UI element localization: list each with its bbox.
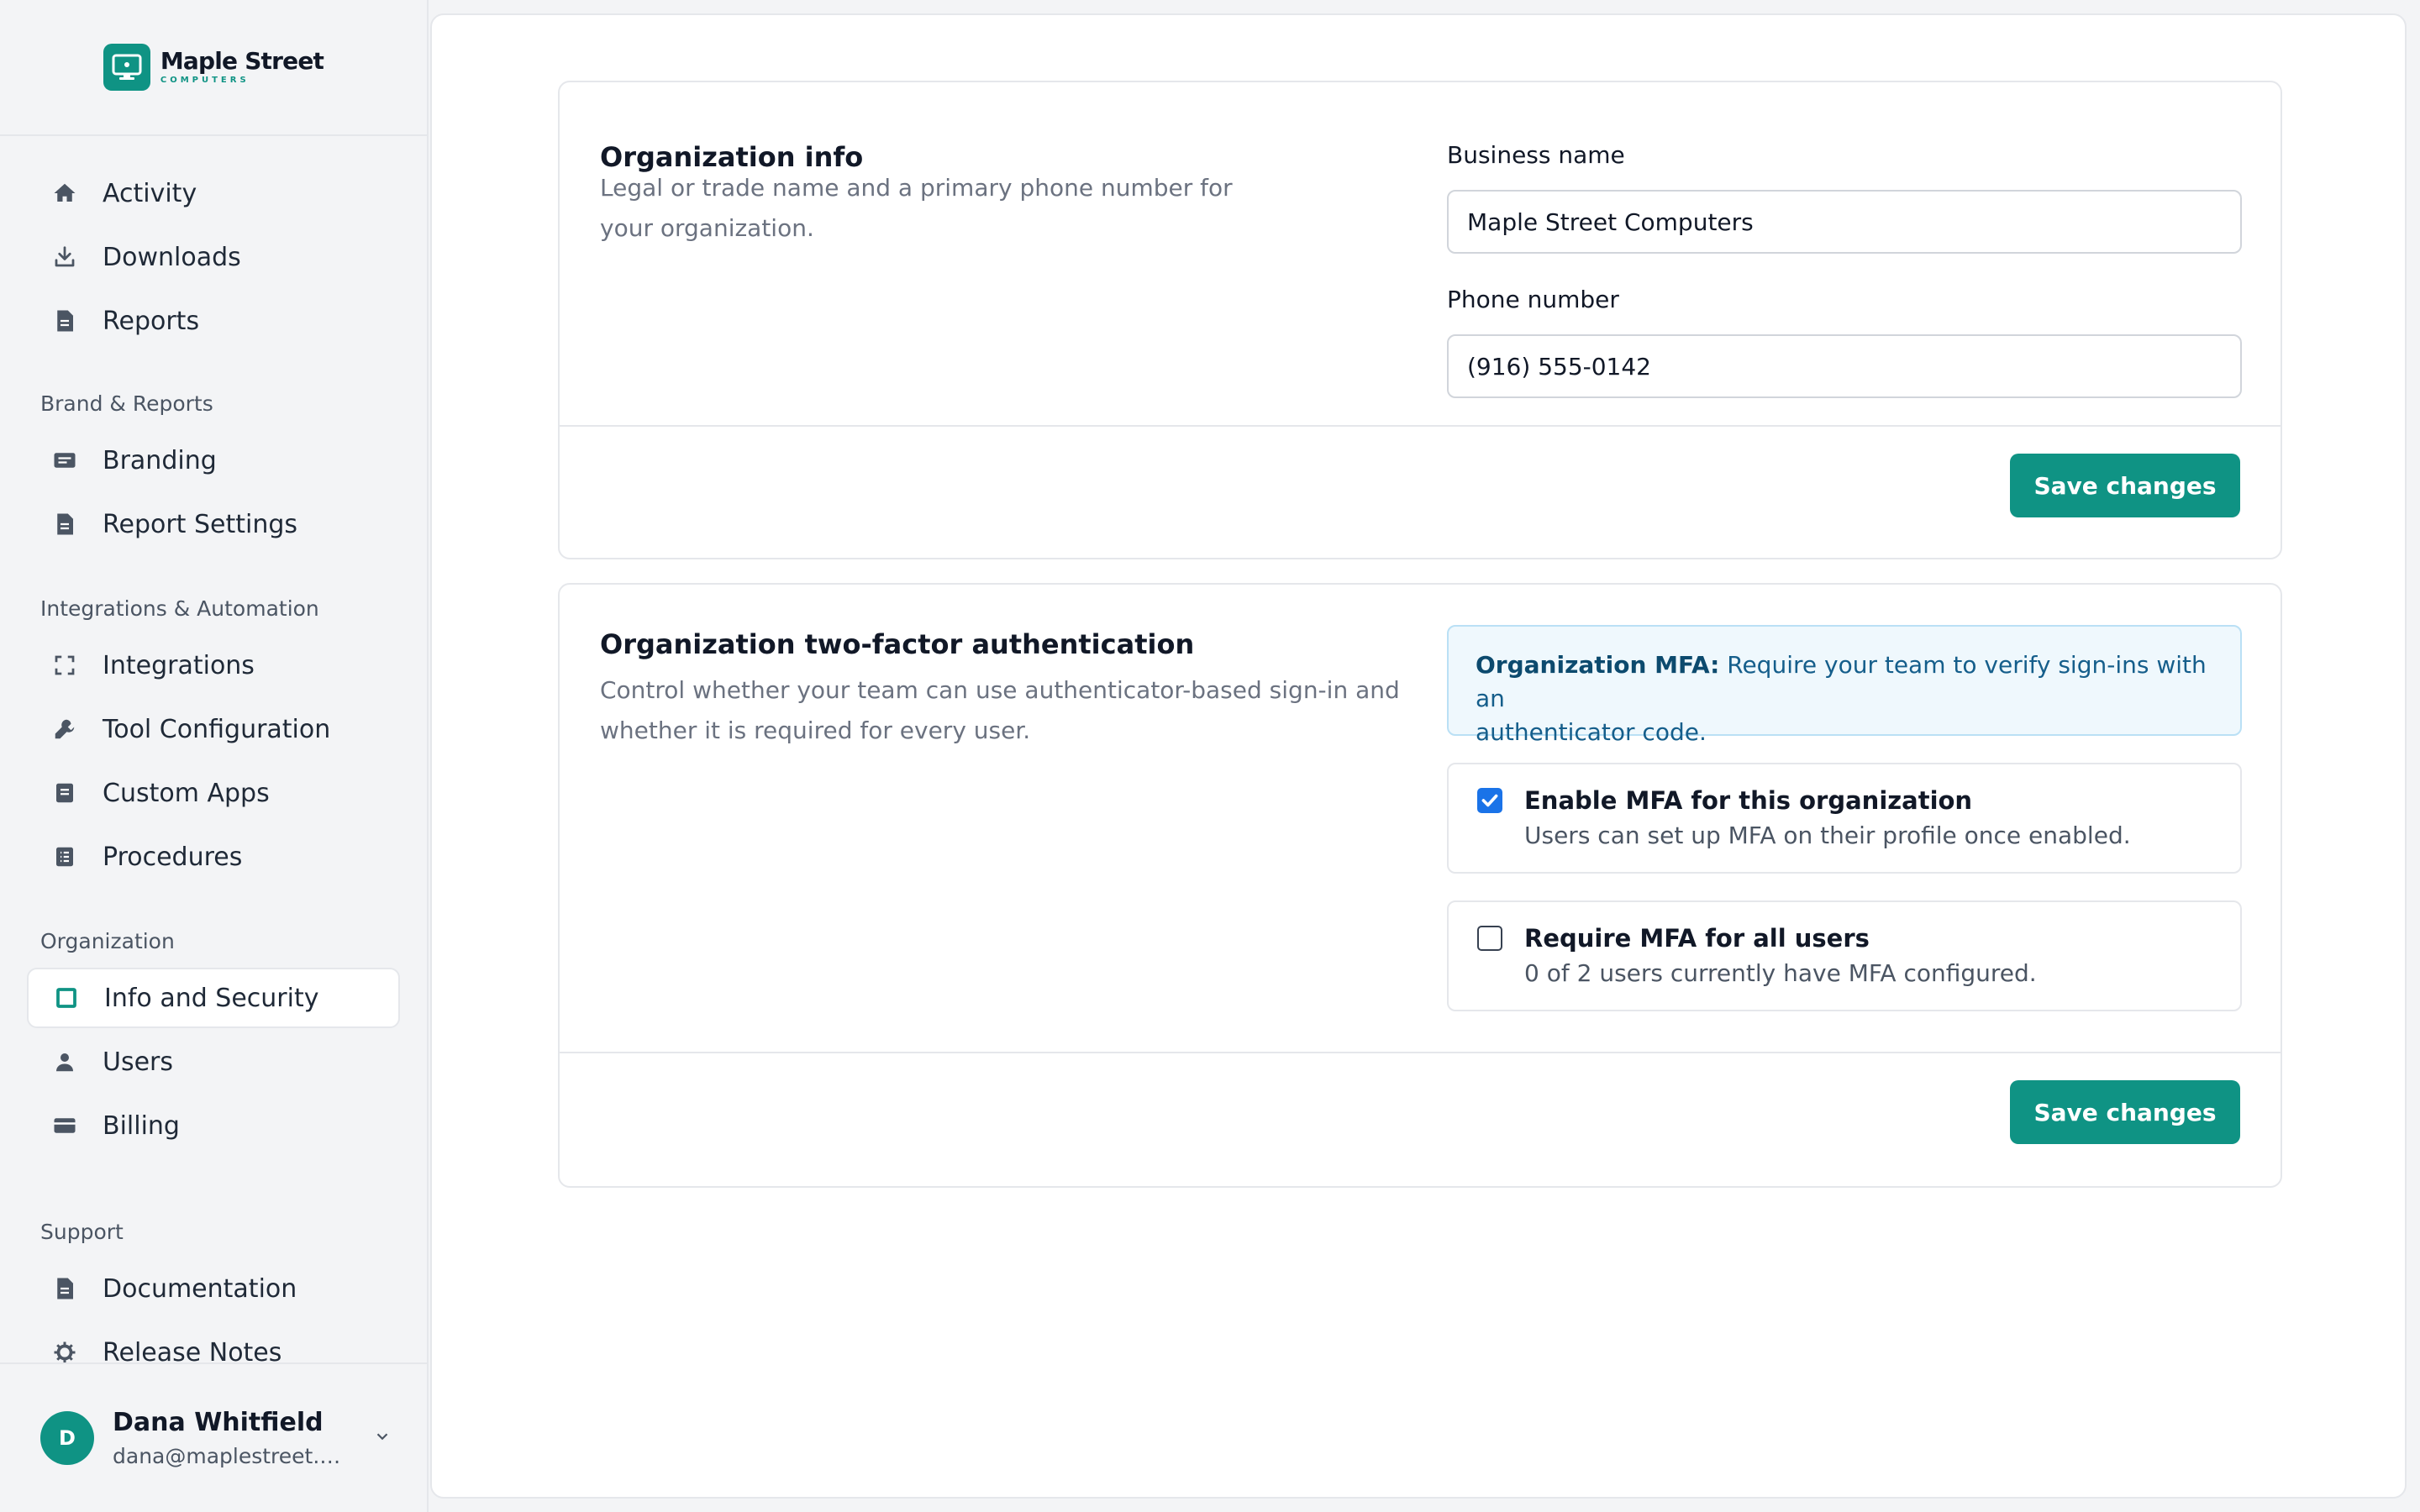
sidebar-item-label: Reports <box>103 306 200 336</box>
user-email: dana@maplestreet.e... <box>113 1444 348 1468</box>
brand-logo[interactable]: Maple Street COMPUTERS <box>103 44 324 91</box>
chevron-down-icon[interactable] <box>373 1427 392 1449</box>
sidebar-item-label: Downloads <box>103 242 241 272</box>
monitor-icon <box>103 44 150 91</box>
sidebar-item-label: Custom Apps <box>103 778 270 808</box>
sidebar-item-reports[interactable]: Reports <box>27 291 400 351</box>
sidebar-item-label: Procedures <box>103 842 243 872</box>
sidebar-item-integrations[interactable]: Integrations <box>27 635 400 696</box>
card-divider <box>560 425 2281 427</box>
section-title-brand-reports: Brand & Reports <box>40 391 213 416</box>
mfa-card: Organization two-factor authentication C… <box>558 583 2282 1188</box>
sidebar-item-label: Info and Security <box>104 983 319 1013</box>
tool-icon <box>50 715 79 743</box>
section-title-organization: Organization <box>40 929 175 953</box>
mfa-banner-label: Organization MFA: <box>1476 651 1720 679</box>
org-info-description: Legal or trade name and a primary phone … <box>600 168 1233 249</box>
mfa-title: Organization two-factor authentication <box>600 628 1195 660</box>
gear-icon <box>50 1338 79 1362</box>
enable-mfa-subtitle: Users can set up MFA on their profile on… <box>1524 822 2131 849</box>
list-icon <box>50 843 79 871</box>
mfa-banner-text-line2: authenticator code. <box>1476 718 1707 746</box>
require-mfa-option[interactable]: Require MFA for all users 0 of 2 users c… <box>1447 900 2242 1011</box>
sidebar-item-documentation[interactable]: Documentation <box>27 1258 400 1319</box>
mfa-info-banner: Organization MFA: Require your team to v… <box>1447 625 2242 746</box>
download-icon <box>50 243 79 271</box>
sidebar-item-label: Documentation <box>103 1273 297 1304</box>
save-mfa-button[interactable]: Save changes <box>2010 1080 2240 1144</box>
checkmark-icon <box>1481 794 1498 807</box>
square-icon <box>52 984 81 1012</box>
sidebar-item-branding[interactable]: Branding <box>27 430 400 491</box>
sidebar-item-custom-apps[interactable]: Custom Apps <box>27 763 400 823</box>
main-content: Organization info Legal or trade name an… <box>430 13 2407 1499</box>
mfa-description: Control whether your team can use authen… <box>600 670 1400 751</box>
sidebar-item-label: Tool Configuration <box>103 714 331 744</box>
org-info-description-line1: Legal or trade name and a primary phone … <box>600 174 1233 202</box>
user-icon <box>50 1047 79 1076</box>
require-mfa-checkbox[interactable] <box>1477 926 1502 951</box>
sidebar-item-label: Report Settings <box>103 509 298 539</box>
sidebar-item-release-notes[interactable]: Release Notes <box>27 1322 400 1362</box>
sidebar-item-users[interactable]: Users <box>27 1032 400 1092</box>
sidebar-item-label: Release Notes <box>103 1337 282 1363</box>
sidebar-item-activity[interactable]: Activity <box>27 163 400 223</box>
card-icon <box>50 446 79 475</box>
brand-name: Maple Street <box>160 47 324 75</box>
org-info-card: Organization info Legal or trade name an… <box>558 81 2282 559</box>
sidebar-item-label: Billing <box>103 1110 180 1141</box>
sidebar-item-label: Activity <box>103 178 197 208</box>
enable-mfa-checkbox[interactable] <box>1477 788 1502 813</box>
mfa-description-line1: Control whether your team can use authen… <box>600 676 1400 704</box>
business-name-input[interactable] <box>1447 190 2242 254</box>
document-icon <box>50 510 79 538</box>
enable-mfa-option[interactable]: Enable MFA for this organization Users c… <box>1447 763 2242 874</box>
user-menu[interactable]: D Dana Whitfield dana@maplestreet.e... <box>0 1362 427 1512</box>
sidebar: Maple Street COMPUTERS Activity Download… <box>0 0 429 1512</box>
brand-subtitle: COMPUTERS <box>160 76 250 85</box>
home-icon <box>50 179 79 207</box>
sidebar-item-label: Branding <box>103 445 217 475</box>
sidebar-item-downloads[interactable]: Downloads <box>27 227 400 287</box>
sidebar-nav: Activity Downloads Reports Brand & Repor… <box>0 136 427 1362</box>
app-window: Maple Street COMPUTERS Activity Download… <box>0 0 2420 1512</box>
card-icon <box>50 1111 79 1140</box>
user-name: Dana Whitfield <box>113 1408 324 1437</box>
avatar: D <box>40 1411 94 1465</box>
phone-number-label: Phone number <box>1447 286 1619 313</box>
sidebar-item-label: Users <box>103 1047 174 1077</box>
section-title-integrations: Integrations & Automation <box>40 596 319 621</box>
document-icon <box>50 1274 79 1303</box>
sidebar-item-billing[interactable]: Billing <box>27 1095 400 1156</box>
sidebar-item-info-and-security[interactable]: Info and Security <box>27 968 400 1028</box>
brand-header: Maple Street COMPUTERS <box>0 0 427 136</box>
require-mfa-title: Require MFA for all users <box>1524 924 1870 953</box>
section-title-support: Support <box>40 1220 124 1244</box>
save-org-info-button[interactable]: Save changes <box>2010 454 2240 517</box>
card-divider <box>560 1052 2281 1053</box>
app-icon <box>50 779 79 807</box>
business-name-label: Business name <box>1447 141 1625 169</box>
mfa-description-line2: whether it is required for every user. <box>600 717 1031 744</box>
org-info-description-line2: your organization. <box>600 214 814 242</box>
enable-mfa-title: Enable MFA for this organization <box>1524 786 1973 815</box>
sidebar-item-label: Integrations <box>103 650 255 680</box>
phone-number-input[interactable] <box>1447 334 2242 398</box>
sidebar-item-report-settings[interactable]: Report Settings <box>27 494 400 554</box>
document-icon <box>50 307 79 335</box>
sidebar-item-tool-configuration[interactable]: Tool Configuration <box>27 699 400 759</box>
sidebar-item-procedures[interactable]: Procedures <box>27 827 400 887</box>
integration-icon <box>50 651 79 680</box>
require-mfa-subtitle: 0 of 2 users currently have MFA configur… <box>1524 959 2037 987</box>
